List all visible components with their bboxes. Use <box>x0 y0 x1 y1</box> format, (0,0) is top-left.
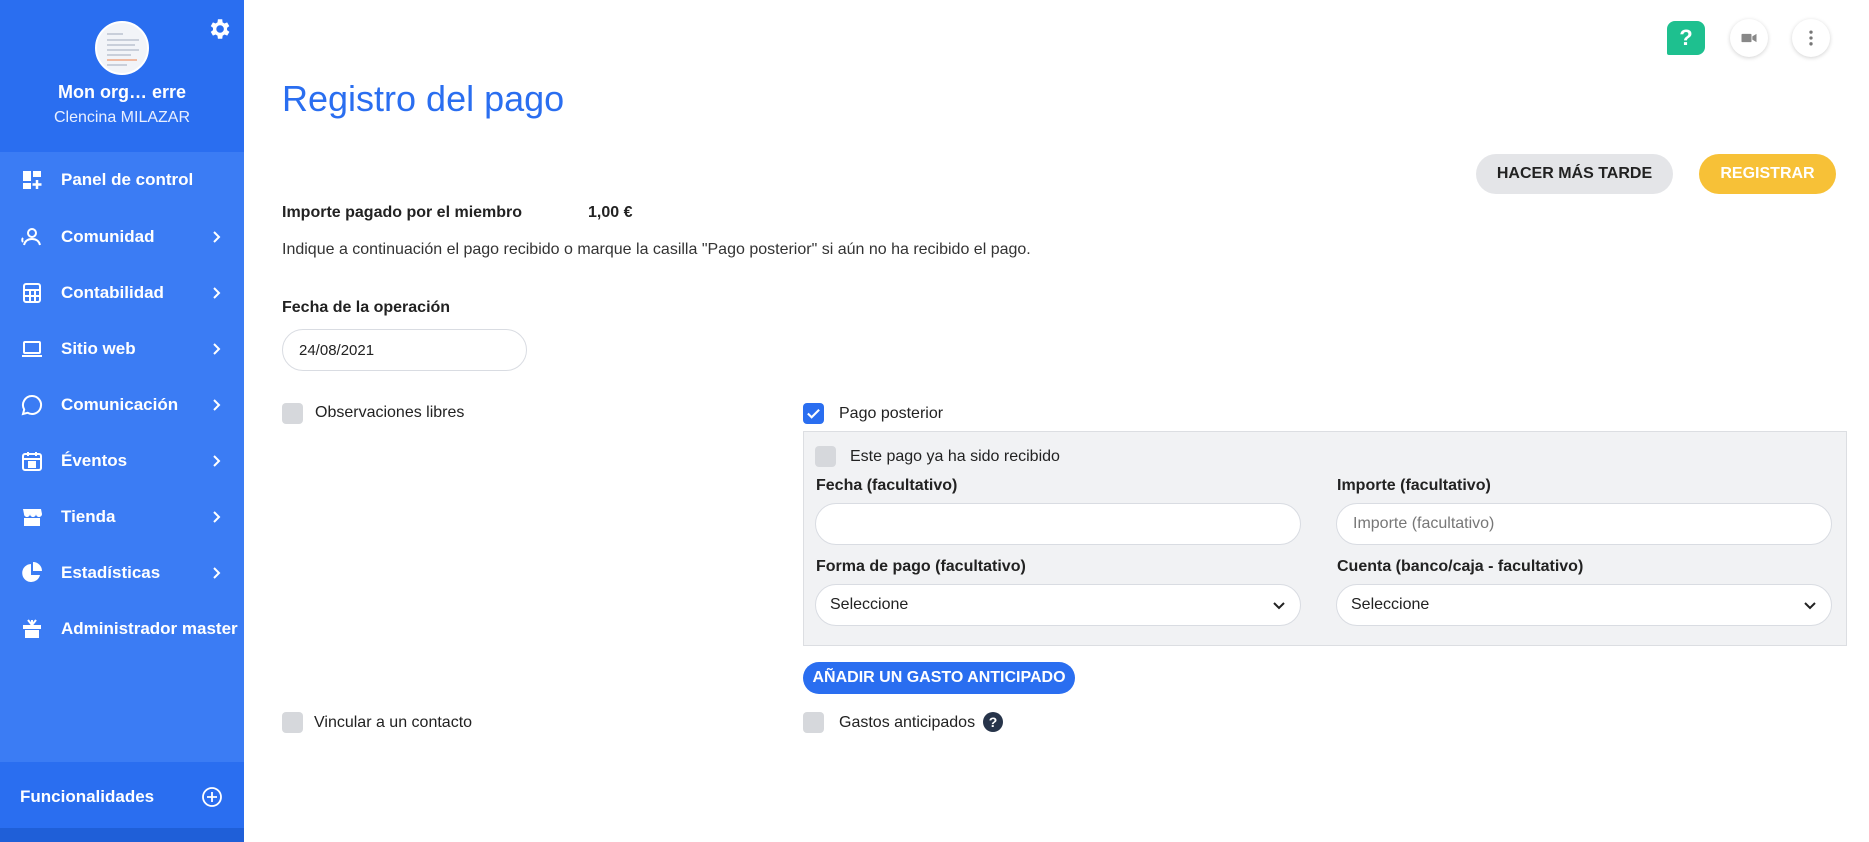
dashboard-icon <box>23 171 42 189</box>
sidebar-item-eventos[interactable]: Éventos <box>0 433 244 489</box>
chevron-right-icon <box>213 455 221 467</box>
sidebar-item-tienda[interactable]: Tienda <box>0 489 244 545</box>
sidebar-item-label: Comunidad <box>61 227 155 246</box>
sidebar: Mon org… erre Clencina MILAZAR Panel de … <box>0 0 244 842</box>
later-payment-label: Pago posterior <box>839 405 944 422</box>
chevron-right-icon <box>213 287 221 299</box>
operation-date-input[interactable] <box>282 329 527 371</box>
add-circle-icon[interactable] <box>200 785 224 809</box>
chevron-right-icon <box>213 343 221 355</box>
chevron-right-icon <box>213 567 221 579</box>
sidebar-item-label: Tienda <box>61 507 116 526</box>
calendar-icon <box>22 452 42 471</box>
chevron-down-icon <box>1273 602 1285 610</box>
help-question-icon[interactable]: ? <box>983 712 1003 732</box>
sidebar-item-label: Sitio web <box>61 339 136 358</box>
account-select[interactable]: Seleccione <box>1336 584 1832 626</box>
optional-amount-label: Importe (facultativo) <box>1337 477 1491 494</box>
optional-amount-input[interactable] <box>1336 503 1832 545</box>
video-camera-icon <box>1741 33 1757 43</box>
do-later-button[interactable]: HACER MÁS TARDE <box>1476 154 1673 194</box>
link-contact-checkbox[interactable] <box>282 712 303 733</box>
chevron-down-icon <box>1804 602 1816 610</box>
instructions-text: Indique a continuación el pago recibido … <box>282 241 1031 258</box>
more-options-button[interactable] <box>1792 19 1830 57</box>
later-payment-checkbox[interactable] <box>803 403 824 424</box>
sidebar-item-contabilidad[interactable]: Contabilidad <box>0 265 244 321</box>
payment-received-label: Este pago ya ha sido recibido <box>850 448 1060 465</box>
advance-expenses-checkbox[interactable] <box>803 712 824 733</box>
more-vertical-icon <box>1809 30 1813 46</box>
sidebar-item-estadisticas[interactable]: Estadísticas <box>0 545 244 601</box>
sidebar-item-administrador-master[interactable]: Administrador master <box>0 601 244 657</box>
video-button[interactable] <box>1730 19 1768 57</box>
optional-date-label: Fecha (facultativo) <box>816 477 958 494</box>
amount-paid-label: Importe pagado por el miembro <box>282 204 523 221</box>
gear-icon[interactable] <box>206 16 232 42</box>
payment-method-select[interactable]: Seleccione <box>815 584 1301 626</box>
sidebar-item-comunicacion[interactable]: Comunicación <box>0 377 244 433</box>
payment-received-checkbox[interactable] <box>815 446 836 467</box>
sidebar-footer-strip <box>0 828 244 842</box>
sidebar-item-panel-de-control[interactable]: Panel de control <box>0 152 244 208</box>
payment-method-label: Forma de pago (facultativo) <box>816 558 1026 575</box>
gift-icon <box>23 619 41 638</box>
sidebar-nav: Panel de control Comunidad Contabilidad … <box>0 152 244 762</box>
advance-expenses-label: Gastos anticipados <box>839 714 976 731</box>
sidebar-item-sitio-web[interactable]: Sitio web <box>0 321 244 377</box>
sidebar-item-label: Contabilidad <box>61 283 164 302</box>
user-name: Clencina MILAZAR <box>53 109 191 126</box>
amount-paid-value: 1,00 € <box>588 204 633 221</box>
operation-date-label: Fecha de la operación <box>282 299 451 316</box>
free-notes-label: Observaciones libres <box>315 404 465 421</box>
org-name: Mon org… erre <box>57 82 186 102</box>
sidebar-item-label: Éventos <box>61 451 128 470</box>
store-icon <box>23 509 42 526</box>
add-advance-expense-button[interactable]: AÑADIR UN GASTO ANTICIPADO <box>803 662 1075 694</box>
chat-icon <box>21 394 43 416</box>
sidebar-item-label: Administrador master <box>61 619 238 638</box>
payment-method-value: Seleccione <box>830 596 909 613</box>
sidebar-header: Mon org… erre Clencina MILAZAR <box>0 0 244 152</box>
chevron-right-icon <box>213 231 221 243</box>
sidebar-item-label: Comunicación <box>61 395 179 414</box>
sidebar-item-label: Panel de control <box>61 170 194 189</box>
page-title: Registro del pago <box>282 78 565 119</box>
sidebar-item-comunidad[interactable]: Comunidad <box>0 209 244 265</box>
account-value: Seleccione <box>1351 596 1430 613</box>
laptop-icon <box>22 341 42 357</box>
pie-chart-icon <box>22 562 42 582</box>
optional-date-input[interactable] <box>815 503 1301 545</box>
register-button[interactable]: REGISTRAR <box>1699 154 1836 194</box>
org-avatar[interactable] <box>95 21 149 75</box>
sidebar-item-label: Estadísticas <box>61 563 161 582</box>
checkmark-icon <box>807 409 820 419</box>
calculator-icon <box>23 283 41 303</box>
free-notes-checkbox[interactable] <box>282 403 303 424</box>
account-label: Cuenta (banco/caja - facultativo) <box>1337 558 1584 575</box>
help-button[interactable]: ? <box>1667 21 1705 55</box>
community-icon <box>21 228 41 246</box>
features-label: Funcionalidades <box>20 787 155 806</box>
chevron-right-icon <box>213 399 221 411</box>
link-contact-label: Vincular a un contacto <box>314 714 473 731</box>
chevron-right-icon <box>213 511 221 523</box>
